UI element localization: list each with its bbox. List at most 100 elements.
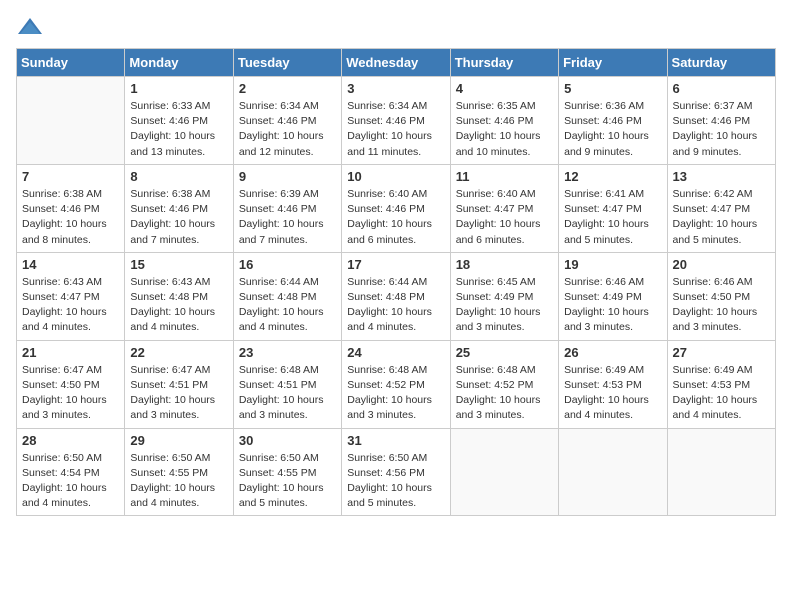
- day-info: Sunrise: 6:50 AM Sunset: 4:56 PM Dayligh…: [347, 451, 444, 512]
- logo: [16, 16, 48, 38]
- day-number: 7: [22, 169, 119, 184]
- day-info: Sunrise: 6:46 AM Sunset: 4:49 PM Dayligh…: [564, 275, 661, 336]
- table-row: 30 Sunrise: 6:50 AM Sunset: 4:55 PM Dayli…: [233, 428, 341, 516]
- day-number: 19: [564, 257, 661, 272]
- day-info: Sunrise: 6:47 AM Sunset: 4:51 PM Dayligh…: [130, 363, 227, 424]
- table-row: 23 Sunrise: 6:48 AM Sunset: 4:51 PM Dayli…: [233, 340, 341, 428]
- table-row: 21 Sunrise: 6:47 AM Sunset: 4:50 PM Dayli…: [17, 340, 125, 428]
- day-number: 4: [456, 81, 553, 96]
- column-header-thursday: Thursday: [450, 49, 558, 77]
- day-info: Sunrise: 6:34 AM Sunset: 4:46 PM Dayligh…: [347, 99, 444, 160]
- day-number: 5: [564, 81, 661, 96]
- day-number: 16: [239, 257, 336, 272]
- day-info: Sunrise: 6:36 AM Sunset: 4:46 PM Dayligh…: [564, 99, 661, 160]
- day-info: Sunrise: 6:35 AM Sunset: 4:46 PM Dayligh…: [456, 99, 553, 160]
- table-row: [559, 428, 667, 516]
- table-row: 24Sunrise: 6:48 AM Sunset: 4:52 PM Dayli…: [342, 340, 450, 428]
- day-info: Sunrise: 6:46 AM Sunset: 4:50 PM Dayligh…: [673, 275, 770, 336]
- day-info: Sunrise: 6:39 AM Sunset: 4:46 PM Dayligh…: [239, 187, 336, 248]
- table-row: [450, 428, 558, 516]
- day-info: Sunrise: 6:43 AM Sunset: 4:47 PM Dayligh…: [22, 275, 119, 336]
- column-header-sunday: Sunday: [17, 49, 125, 77]
- day-info: Sunrise: 6:50 AM Sunset: 4:54 PM Dayligh…: [22, 451, 119, 512]
- page-header: [16, 16, 776, 38]
- table-row: 26Sunrise: 6:49 AM Sunset: 4:53 PM Dayli…: [559, 340, 667, 428]
- table-row: 5 Sunrise: 6:36 AM Sunset: 4:46 PM Daylig…: [559, 77, 667, 165]
- day-number: 29: [130, 433, 227, 448]
- day-number: 12: [564, 169, 661, 184]
- table-row: 11 Sunrise: 6:40 AM Sunset: 4:47 PM Dayli…: [450, 164, 558, 252]
- day-number: 23: [239, 345, 336, 360]
- day-number: 1: [130, 81, 227, 96]
- table-row: 10 Sunrise: 6:40 AM Sunset: 4:46 PM Dayli…: [342, 164, 450, 252]
- table-row: [667, 428, 775, 516]
- day-number: 31: [347, 433, 444, 448]
- day-info: Sunrise: 6:42 AM Sunset: 4:47 PM Dayligh…: [673, 187, 770, 248]
- day-info: Sunrise: 6:48 AM Sunset: 4:52 PM Dayligh…: [347, 363, 444, 424]
- day-info: Sunrise: 6:40 AM Sunset: 4:47 PM Dayligh…: [456, 187, 553, 248]
- table-row: 6 Sunrise: 6:37 AM Sunset: 4:46 PM Daylig…: [667, 77, 775, 165]
- table-row: 4 Sunrise: 6:35 AM Sunset: 4:46 PM Daylig…: [450, 77, 558, 165]
- day-info: Sunrise: 6:44 AM Sunset: 4:48 PM Dayligh…: [239, 275, 336, 336]
- day-number: 8: [130, 169, 227, 184]
- table-row: 20 Sunrise: 6:46 AM Sunset: 4:50 PM Dayli…: [667, 252, 775, 340]
- table-row: 27 Sunrise: 6:49 AM Sunset: 4:53 PM Dayli…: [667, 340, 775, 428]
- table-row: [17, 77, 125, 165]
- day-number: 17: [347, 257, 444, 272]
- day-number: 20: [673, 257, 770, 272]
- table-row: 13 Sunrise: 6:42 AM Sunset: 4:47 PM Dayli…: [667, 164, 775, 252]
- day-number: 6: [673, 81, 770, 96]
- table-row: 25Sunrise: 6:48 AM Sunset: 4:52 PM Dayli…: [450, 340, 558, 428]
- table-row: 16 Sunrise: 6:44 AM Sunset: 4:48 PM Dayli…: [233, 252, 341, 340]
- day-number: 10: [347, 169, 444, 184]
- day-number: 30: [239, 433, 336, 448]
- day-number: 3: [347, 81, 444, 96]
- column-header-friday: Friday: [559, 49, 667, 77]
- table-row: 15 Sunrise: 6:43 AM Sunset: 4:48 PM Dayli…: [125, 252, 233, 340]
- column-header-tuesday: Tuesday: [233, 49, 341, 77]
- day-info: Sunrise: 6:40 AM Sunset: 4:46 PM Dayligh…: [347, 187, 444, 248]
- day-number: 13: [673, 169, 770, 184]
- day-info: Sunrise: 6:44 AM Sunset: 4:48 PM Dayligh…: [347, 275, 444, 336]
- day-info: Sunrise: 6:50 AM Sunset: 4:55 PM Dayligh…: [239, 451, 336, 512]
- logo-icon: [16, 16, 44, 38]
- table-row: 9 Sunrise: 6:39 AM Sunset: 4:46 PM Daylig…: [233, 164, 341, 252]
- table-row: 12 Sunrise: 6:41 AM Sunset: 4:47 PM Dayli…: [559, 164, 667, 252]
- day-info: Sunrise: 6:38 AM Sunset: 4:46 PM Dayligh…: [130, 187, 227, 248]
- day-number: 15: [130, 257, 227, 272]
- table-row: 28Sunrise: 6:50 AM Sunset: 4:54 PM Dayli…: [17, 428, 125, 516]
- day-number: 25: [456, 345, 553, 360]
- day-info: Sunrise: 6:43 AM Sunset: 4:48 PM Dayligh…: [130, 275, 227, 336]
- day-number: 9: [239, 169, 336, 184]
- column-header-wednesday: Wednesday: [342, 49, 450, 77]
- table-row: 22 Sunrise: 6:47 AM Sunset: 4:51 PM Dayli…: [125, 340, 233, 428]
- day-info: Sunrise: 6:45 AM Sunset: 4:49 PM Dayligh…: [456, 275, 553, 336]
- day-info: Sunrise: 6:38 AM Sunset: 4:46 PM Dayligh…: [22, 187, 119, 248]
- table-row: 8 Sunrise: 6:38 AM Sunset: 4:46 PM Daylig…: [125, 164, 233, 252]
- day-info: Sunrise: 6:34 AM Sunset: 4:46 PM Dayligh…: [239, 99, 336, 160]
- day-info: Sunrise: 6:50 AM Sunset: 4:55 PM Dayligh…: [130, 451, 227, 512]
- table-row: 1 Sunrise: 6:33 AM Sunset: 4:46 PM Daylig…: [125, 77, 233, 165]
- day-number: 21: [22, 345, 119, 360]
- day-info: Sunrise: 6:48 AM Sunset: 4:51 PM Dayligh…: [239, 363, 336, 424]
- table-row: 29 Sunrise: 6:50 AM Sunset: 4:55 PM Dayli…: [125, 428, 233, 516]
- table-row: 3 Sunrise: 6:34 AM Sunset: 4:46 PM Daylig…: [342, 77, 450, 165]
- calendar-table: SundayMondayTuesdayWednesdayThursdayFrid…: [16, 48, 776, 516]
- day-info: Sunrise: 6:37 AM Sunset: 4:46 PM Dayligh…: [673, 99, 770, 160]
- day-info: Sunrise: 6:47 AM Sunset: 4:50 PM Dayligh…: [22, 363, 119, 424]
- day-number: 27: [673, 345, 770, 360]
- day-info: Sunrise: 6:41 AM Sunset: 4:47 PM Dayligh…: [564, 187, 661, 248]
- day-number: 14: [22, 257, 119, 272]
- day-number: 22: [130, 345, 227, 360]
- day-info: Sunrise: 6:49 AM Sunset: 4:53 PM Dayligh…: [673, 363, 770, 424]
- day-number: 11: [456, 169, 553, 184]
- table-row: 31 Sunrise: 6:50 AM Sunset: 4:56 PM Dayli…: [342, 428, 450, 516]
- day-number: 2: [239, 81, 336, 96]
- table-row: 14 Sunrise: 6:43 AM Sunset: 4:47 PM Dayli…: [17, 252, 125, 340]
- table-row: 2 Sunrise: 6:34 AM Sunset: 4:46 PM Daylig…: [233, 77, 341, 165]
- day-info: Sunrise: 6:33 AM Sunset: 4:46 PM Dayligh…: [130, 99, 227, 160]
- table-row: 17 Sunrise: 6:44 AM Sunset: 4:48 PM Dayli…: [342, 252, 450, 340]
- table-row: 7 Sunrise: 6:38 AM Sunset: 4:46 PM Daylig…: [17, 164, 125, 252]
- day-number: 18: [456, 257, 553, 272]
- column-header-monday: Monday: [125, 49, 233, 77]
